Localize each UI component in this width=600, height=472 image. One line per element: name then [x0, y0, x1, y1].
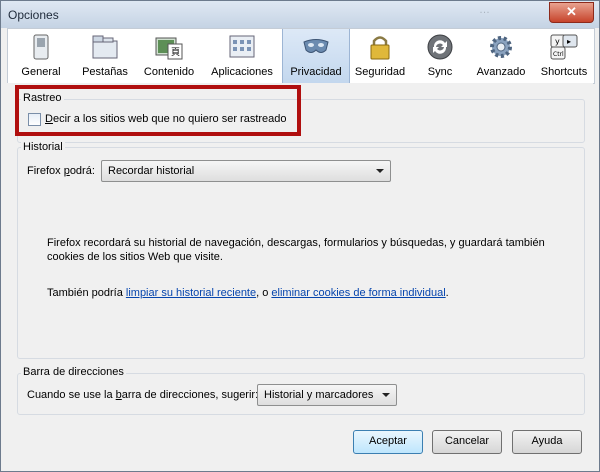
tab-seguridad[interactable]: Seguridad	[348, 29, 412, 83]
padlock-icon	[370, 36, 390, 60]
label-text: También podría	[47, 287, 126, 299]
tab-privacidad[interactable]: Privacidad	[282, 29, 350, 83]
tab-label: Privacidad	[290, 66, 342, 78]
addressbar-suggest-select[interactable]: Historial y marcadores	[257, 384, 397, 406]
keyboard-shortcuts-icon: y ▸ Ctrl	[550, 34, 578, 60]
tab-label: Avanzado	[476, 66, 526, 78]
select-value: Recordar historial	[108, 165, 195, 177]
help-button[interactable]: Ayuda	[512, 430, 582, 454]
tab-pestanas[interactable]: Pestañas	[74, 29, 136, 83]
tab-avanzado[interactable]: Avanzado	[468, 29, 534, 83]
applications-icon	[229, 35, 255, 58]
privacy-mask-icon	[303, 39, 329, 53]
content-icon: 頁	[155, 37, 183, 60]
firefox-will-label: Firefox podrá:	[27, 165, 95, 177]
tab-contenido[interactable]: 頁 Contenido	[136, 29, 202, 83]
label-text: , o	[256, 287, 272, 299]
history-group-label: Historial	[21, 141, 65, 153]
history-mode-select[interactable]: Recordar historial	[101, 160, 391, 182]
svg-text:y: y	[555, 37, 560, 46]
tab-sync[interactable]: Sync	[412, 29, 468, 83]
accept-button[interactable]: Aceptar	[353, 430, 423, 454]
close-icon: ✕	[566, 4, 577, 19]
options-window: Opciones … ✕ General Pestañas 頁 Contenid…	[0, 0, 600, 472]
svg-text:Ctrl: Ctrl	[553, 51, 564, 58]
svg-text:▸: ▸	[567, 37, 571, 46]
tabs-icon	[92, 35, 118, 59]
tab-label: Contenido	[143, 66, 195, 78]
tab-label: Shortcuts	[540, 66, 588, 78]
tab-aplicaciones[interactable]: Aplicaciones	[202, 29, 282, 83]
label-text: Cuando se use la	[27, 389, 116, 401]
annotation-highlight-box	[15, 85, 301, 136]
history-description-line-1: Firefox recordará su historial de navega…	[47, 237, 545, 249]
cancel-button[interactable]: Cancelar	[432, 430, 502, 454]
title-bar[interactable]: Opciones … ✕	[1, 1, 599, 28]
tab-general[interactable]: General	[8, 29, 74, 83]
chevron-down-icon	[376, 169, 384, 173]
tab-label: Seguridad	[354, 66, 406, 78]
label-text: odrá:	[69, 165, 95, 177]
svg-text:頁: 頁	[171, 47, 180, 58]
label-text: .	[445, 287, 449, 299]
history-description-line-2: cookies de los sitios Web que visite.	[47, 251, 223, 263]
addressbar-group-label: Barra de direcciones	[21, 366, 126, 378]
sync-icon	[427, 34, 453, 60]
window-title: Opciones	[8, 8, 59, 22]
tab-shortcuts[interactable]: y ▸ Ctrl Shortcuts	[534, 29, 594, 83]
history-links-line: También podría limpiar su historial reci…	[47, 287, 449, 299]
remove-cookies-link[interactable]: eliminar cookies de forma individual	[271, 287, 445, 299]
label-text: arra de direcciones, sugerir:	[121, 389, 259, 401]
chevron-down-icon	[382, 393, 390, 397]
gear-icon	[490, 36, 512, 58]
tab-label: Sync	[427, 66, 453, 78]
tab-label: Aplicaciones	[211, 66, 273, 78]
tab-label: Pestañas	[82, 66, 128, 78]
label-text: Firefox	[27, 165, 64, 177]
close-button[interactable]: ✕	[549, 2, 594, 23]
options-toolbar: General Pestañas 頁 Contenido Aplicacione…	[7, 28, 595, 84]
addressbar-suggest-label: Cuando se use la barra de direcciones, s…	[27, 389, 258, 401]
clear-recent-history-link[interactable]: limpiar su historial reciente	[126, 287, 256, 299]
general-switch-icon	[33, 34, 49, 60]
privacy-panel: Rastreo Decir a los sitios web que no qu…	[7, 83, 593, 465]
select-value: Historial y marcadores	[264, 389, 374, 401]
background-window-text: …	[479, 4, 490, 16]
tab-label: General	[21, 66, 61, 78]
